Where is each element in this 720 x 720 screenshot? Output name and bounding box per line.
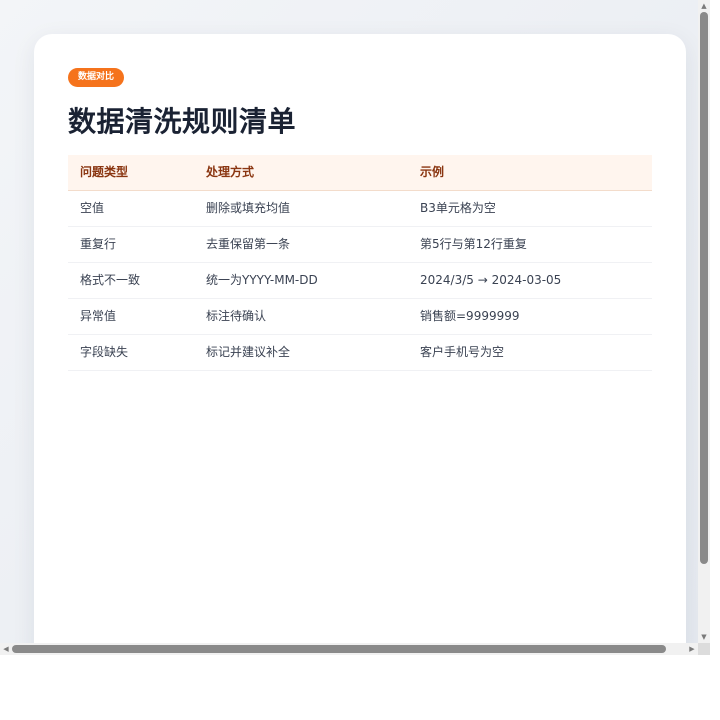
scrollbar-corner [698, 643, 710, 655]
cell-handling: 删除或填充均值 [206, 201, 291, 215]
page-title: 数据清洗规则清单 [68, 105, 297, 138]
header-handling: 处理方式 [206, 165, 255, 179]
cell-issue-type: 重复行 [80, 237, 117, 251]
horizontal-scroll-thumb[interactable] [12, 645, 666, 653]
table-row: 字段缺失 标记并建议补全 客户手机号为空 [68, 335, 652, 371]
horizontal-scrollbar[interactable]: ◀ ▶ [0, 643, 698, 655]
table-row: 格式不一致 统一为YYYY-MM-DD 2024/3/5 → 2024-03-0… [68, 263, 652, 299]
scroll-left-icon[interactable]: ◀ [0, 643, 12, 655]
cell-example: B3单元格为空 [420, 201, 496, 215]
page-viewport: 数据对比 数据清洗规则清单 问题类型 处理方式 示例 空值 删除或填充均值 B3… [0, 0, 698, 643]
scroll-right-icon[interactable]: ▶ [686, 643, 698, 655]
cell-handling: 统一为YYYY-MM-DD [206, 273, 318, 287]
cell-handling: 去重保留第一条 [206, 237, 291, 251]
category-badge: 数据对比 [68, 68, 125, 87]
cell-example: 销售额=9999999 [420, 309, 520, 323]
cell-example: 2024/3/5 → 2024-03-05 [420, 273, 562, 287]
cell-issue-type: 异常值 [80, 309, 117, 323]
cell-issue-type: 格式不一致 [80, 273, 141, 287]
cell-handling: 标注待确认 [206, 309, 267, 323]
cell-example: 第5行与第12行重复 [420, 237, 527, 251]
table-row: 重复行 去重保留第一条 第5行与第12行重复 [68, 227, 652, 263]
cell-issue-type: 字段缺失 [80, 345, 129, 359]
header-issue-type: 问题类型 [80, 165, 129, 179]
table-row: 异常值 标注待确认 销售额=9999999 [68, 299, 652, 335]
content-card: 数据对比 数据清洗规则清单 问题类型 处理方式 示例 空值 删除或填充均值 B3… [34, 34, 686, 643]
rules-table: 问题类型 处理方式 示例 空值 删除或填充均值 B3单元格为空 重复行 去重保留… [68, 155, 652, 371]
scroll-down-icon[interactable]: ▼ [698, 631, 710, 643]
table-row: 空值 删除或填充均值 B3单元格为空 [68, 191, 652, 227]
table-header-row: 问题类型 处理方式 示例 [68, 155, 652, 191]
vertical-scroll-thumb[interactable] [700, 12, 708, 564]
scroll-up-icon[interactable]: ▲ [698, 0, 710, 12]
cell-handling: 标记并建议补全 [206, 345, 291, 359]
cell-example: 客户手机号为空 [420, 345, 505, 359]
vertical-scrollbar[interactable]: ▲ ▼ [698, 0, 710, 643]
cell-issue-type: 空值 [80, 201, 105, 215]
header-example: 示例 [420, 165, 445, 179]
